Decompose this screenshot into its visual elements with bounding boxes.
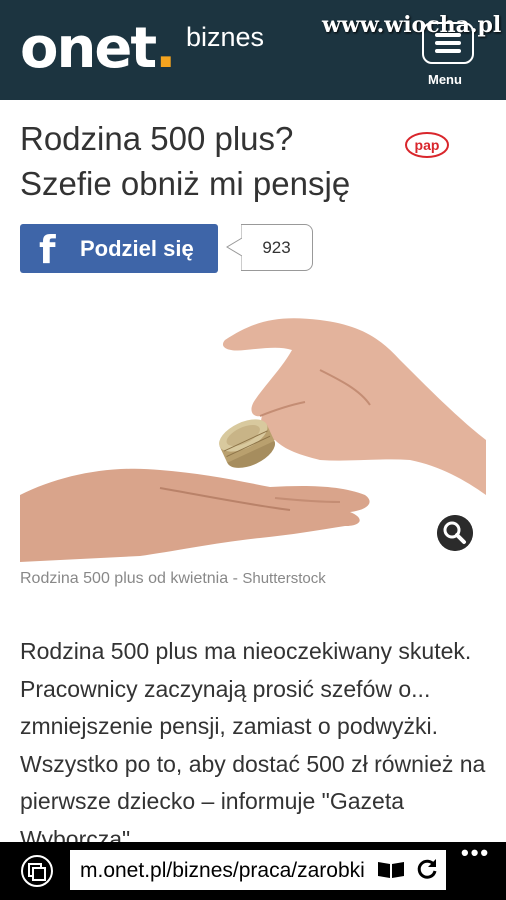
more-options-icon[interactable]: •••: [461, 840, 490, 866]
image-caption: Rodzina 500 plus od kwietnia - Shutterst…: [20, 570, 326, 587]
site-header: onet. biznes www.wiocha.pl Menu: [0, 0, 506, 100]
article-lead: Rodzina 500 plus ma nieoczekiwany skutek…: [20, 638, 486, 852]
article-image[interactable]: [20, 290, 486, 562]
url-text: m.onet.pl/biznes/praca/zarobki: [80, 859, 365, 882]
facebook-icon: f: [39, 228, 56, 272]
pap-logo: pap: [405, 132, 449, 158]
hamburger-icon: [435, 33, 461, 37]
watermark: www.wiocha.pl: [322, 12, 502, 38]
article-title: Rodzina 500 plus? Szefie obniż mi pensję: [20, 120, 351, 202]
url-field[interactable]: m.onet.pl/biznes/praca/zarobki: [70, 850, 446, 890]
refresh-icon[interactable]: [415, 857, 439, 881]
menu-label[interactable]: Menu: [428, 72, 462, 87]
browser-address-bar: m.onet.pl/biznes/praca/zarobki •••: [0, 840, 506, 900]
image-source: Shutterstock: [242, 570, 326, 587]
facebook-share-button[interactable]: f Podziel się: [20, 224, 218, 273]
zoom-icon[interactable]: [437, 515, 473, 551]
share-count: 923: [241, 224, 313, 271]
tabs-icon[interactable]: [20, 854, 54, 888]
reading-view-icon[interactable]: [376, 860, 406, 880]
share-label: Podziel się: [80, 236, 194, 261]
section-name[interactable]: biznes: [186, 22, 264, 53]
hands-coins-illustration: [20, 318, 486, 562]
svg-text:pap: pap: [415, 137, 440, 153]
menu-button[interactable]: [422, 22, 474, 64]
onet-logo[interactable]: onet.: [20, 14, 176, 84]
